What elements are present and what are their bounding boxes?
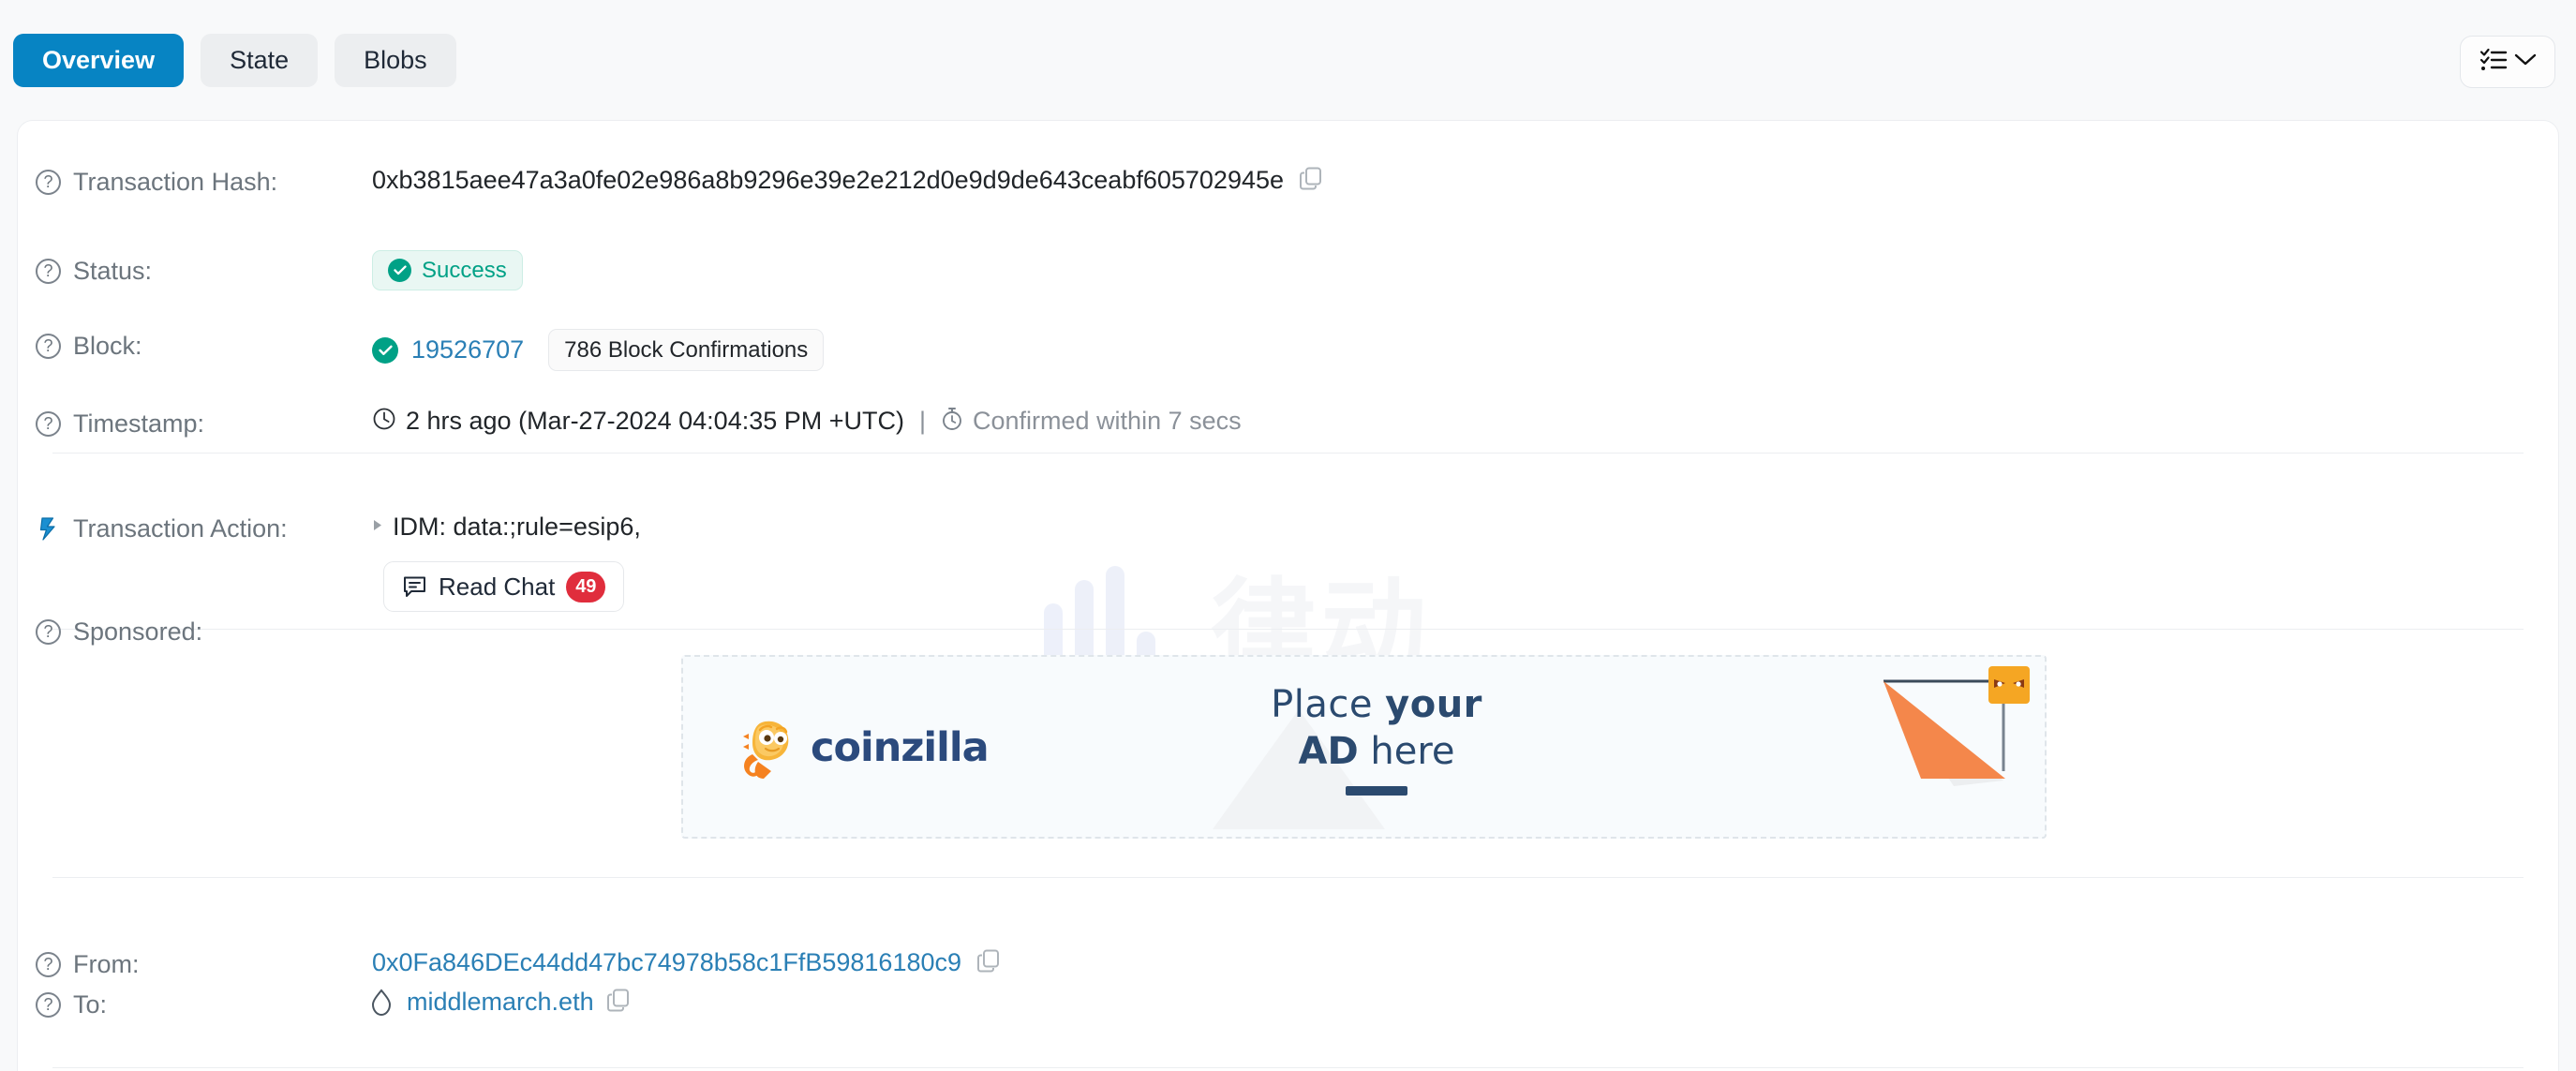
block-confirmations-badge: 786 Block Confirmations: [548, 329, 825, 371]
divider: [52, 877, 2524, 878]
tab-group: Overview State Blobs: [13, 33, 456, 87]
copy-icon[interactable]: [1299, 166, 1323, 195]
label-sponsored: ? Sponsored:: [36, 617, 392, 647]
coinzilla-wordmark: coinzilla: [811, 724, 990, 771]
tab-bar: Overview State Blobs: [0, 0, 2576, 120]
row-from: ? From:: [36, 950, 392, 979]
coinzilla-logo: coinzilla: [739, 713, 990, 782]
status-text: Success: [422, 257, 507, 283]
coinzilla-mascot-icon: [739, 713, 797, 782]
from-address-link[interactable]: 0x0Fa846DEc44dd47bc74978b58c1FfB59816180…: [372, 948, 961, 977]
tab-overview[interactable]: Overview: [13, 33, 185, 87]
ens-diamond-icon: [368, 988, 395, 1017]
chat-bubble-icon: [402, 574, 427, 600]
value-transaction-action: IDM: data:;rule=esip6,: [372, 513, 641, 542]
block-number-link[interactable]: 19526707: [411, 335, 524, 364]
lightning-icon: [36, 516, 61, 542]
checklist-icon: [2479, 48, 2508, 77]
stopwatch-icon: [941, 407, 963, 436]
value-to: middlemarch.eth: [368, 988, 631, 1017]
help-icon[interactable]: ?: [36, 619, 61, 645]
help-icon[interactable]: ?: [36, 334, 61, 359]
timestamp-separator: |: [919, 407, 927, 435]
orange-flag-icon: [1780, 666, 2033, 835]
row-transaction-hash: ? Transaction Hash:: [36, 168, 392, 197]
label-block: ? Block:: [36, 332, 392, 361]
copy-icon[interactable]: [976, 948, 1001, 977]
read-chat-button[interactable]: Read Chat 49: [383, 561, 625, 612]
check-circle-icon: [372, 336, 398, 364]
read-chat-button-wrap: Read Chat 49: [383, 561, 625, 612]
read-chat-label: Read Chat: [439, 572, 556, 601]
sponsored-ad-banner[interactable]: coinzilla Place your AD here: [681, 655, 2047, 839]
row-to: ? To:: [36, 990, 392, 1019]
overview-card: 律动 BLOCKBEATS ? Transaction Hash: 0xb381…: [17, 120, 2559, 1071]
row-sponsored: ? Sponsored:: [36, 617, 392, 647]
read-chat-badge: 49: [566, 571, 606, 602]
row-transaction-action: Transaction Action:: [36, 514, 392, 543]
chevron-down-icon: [2514, 53, 2537, 71]
label-status: ? Status:: [36, 257, 392, 286]
label-timestamp: ? Timestamp:: [36, 409, 392, 439]
clock-icon: [372, 407, 396, 436]
tab-blobs[interactable]: Blobs: [335, 33, 456, 87]
to-address-link[interactable]: middlemarch.eth: [407, 988, 594, 1017]
help-icon[interactable]: ?: [36, 992, 61, 1018]
row-timestamp: ? Timestamp:: [36, 409, 392, 439]
label-transaction-hash: ? Transaction Hash:: [36, 168, 392, 197]
divider: [52, 629, 2524, 630]
ad-line1-normal: Place: [1271, 683, 1386, 726]
row-block: ? Block:: [36, 332, 392, 361]
copy-icon[interactable]: [606, 988, 631, 1017]
ad-line2-bold: AD: [1298, 730, 1359, 773]
check-circle-icon: [388, 259, 411, 282]
label-transaction-action: Transaction Action:: [36, 514, 392, 543]
value-transaction-hash: 0xb3815aee47a3a0fe02e986a8b9296e39e2e212…: [372, 166, 1323, 195]
help-icon[interactable]: ?: [36, 411, 61, 437]
status-badge: Success: [372, 250, 523, 290]
caret-right-icon[interactable]: [372, 518, 384, 537]
ad-line1-bold: your: [1385, 683, 1482, 726]
tab-state[interactable]: State: [201, 33, 319, 87]
label-from: ? From:: [36, 950, 392, 979]
help-icon[interactable]: ?: [36, 259, 61, 284]
ad-copy: Place your AD here: [1180, 683, 1573, 796]
value-timestamp: 2 hrs ago (Mar-27-2024 04:04:35 PM +UTC)…: [372, 407, 1242, 436]
row-status: ? Status:: [36, 257, 392, 286]
label-to: ? To:: [36, 990, 392, 1019]
ad-underline-bar: [1346, 786, 1407, 796]
confirmed-within-text: Confirmed within 7 secs: [973, 407, 1242, 435]
timestamp-text: 2 hrs ago (Mar-27-2024 04:04:35 PM +UTC): [406, 407, 904, 435]
ad-line2-normal: here: [1358, 730, 1455, 773]
divider: [52, 1067, 2524, 1068]
help-icon[interactable]: ?: [36, 170, 61, 195]
transaction-hash-text: 0xb3815aee47a3a0fe02e986a8b9296e39e2e212…: [372, 166, 1285, 194]
transaction-details-page: Overview State Blobs 律动 ? Transaction Ha…: [0, 0, 2576, 1071]
value-from: 0x0Fa846DEc44dd47bc74978b58c1FfB59816180…: [372, 948, 1001, 977]
divider: [52, 453, 2524, 454]
value-block: 19526707 786 Block Confirmations: [372, 329, 825, 371]
transaction-action-text: IDM: data:;rule=esip6,: [393, 513, 641, 541]
help-icon[interactable]: ?: [36, 952, 61, 977]
field-visibility-button[interactable]: [2460, 36, 2555, 88]
